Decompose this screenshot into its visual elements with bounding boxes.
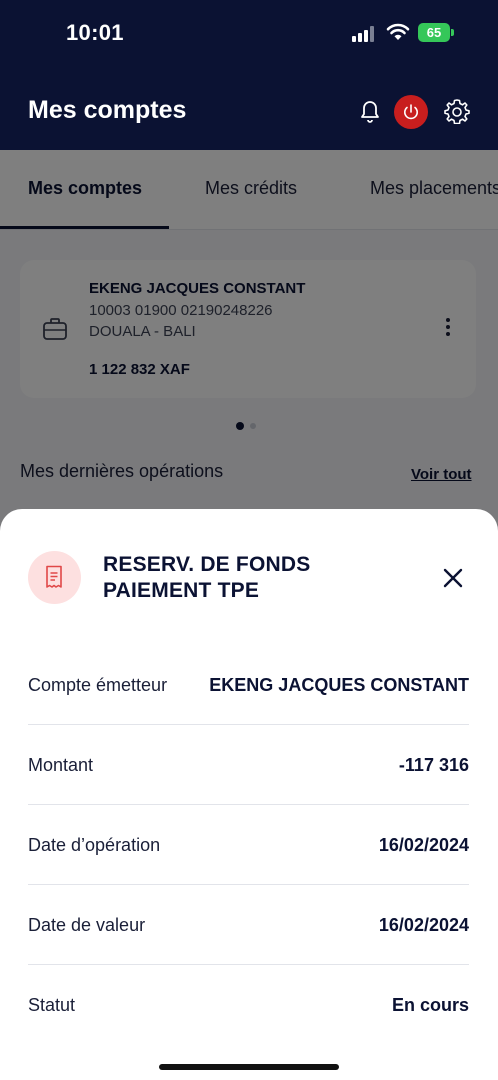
detail-row-montant: Montant -117 316 [28, 725, 469, 805]
gear-icon[interactable] [444, 98, 470, 124]
status-bar: 10:01 65 [0, 0, 498, 70]
receipt-icon [46, 565, 62, 588]
status-time: 10:01 [66, 20, 124, 45]
operation-title: RESERV. DE FONDS PAIEMENT TPE [103, 552, 403, 604]
detail-value: 16/02/2024 [378, 835, 469, 855]
detail-value: 16/02/2024 [378, 915, 469, 935]
detail-value: EKENG JACQUES CONSTANT [209, 675, 469, 695]
page-title: Mes comptes [28, 96, 187, 124]
battery-tip [451, 29, 454, 36]
status-value: En cours [391, 995, 469, 1015]
wifi-icon [386, 23, 410, 40]
operation-title-line2: PAIEMENT TPE [103, 579, 260, 602]
home-indicator[interactable] [159, 1064, 339, 1070]
detail-label: Date d’opération [28, 835, 161, 855]
detail-label: Montant [28, 755, 94, 775]
detail-label: Compte émetteur [28, 675, 168, 695]
detail-value: -117 316 [398, 755, 469, 775]
cellular-signal-icon [352, 26, 374, 42]
detail-row-statut: Statut En cours [28, 965, 469, 1045]
detail-row-date-operation: Date d’opération 16/02/2024 [28, 805, 469, 885]
close-icon[interactable] [440, 565, 466, 591]
detail-row-compte-emetteur: Compte émetteur EKENG JACQUES CONSTANT [28, 645, 469, 725]
operation-title-line1: RESERV. DE FONDS [103, 553, 311, 576]
detail-row-date-valeur: Date de valeur 16/02/2024 [28, 885, 469, 965]
operation-icon-badge [28, 551, 81, 604]
battery-level: 65 [418, 23, 450, 42]
power-icon [404, 104, 418, 120]
bell-icon[interactable] [358, 98, 382, 124]
detail-label: Statut [28, 995, 76, 1015]
logout-button[interactable] [394, 95, 428, 129]
battery-indicator: 65 [418, 23, 454, 42]
detail-label: Date de valeur [28, 915, 146, 935]
operation-detail-sheet: RESERV. DE FONDS PAIEMENT TPE Compte éme… [0, 509, 498, 1080]
